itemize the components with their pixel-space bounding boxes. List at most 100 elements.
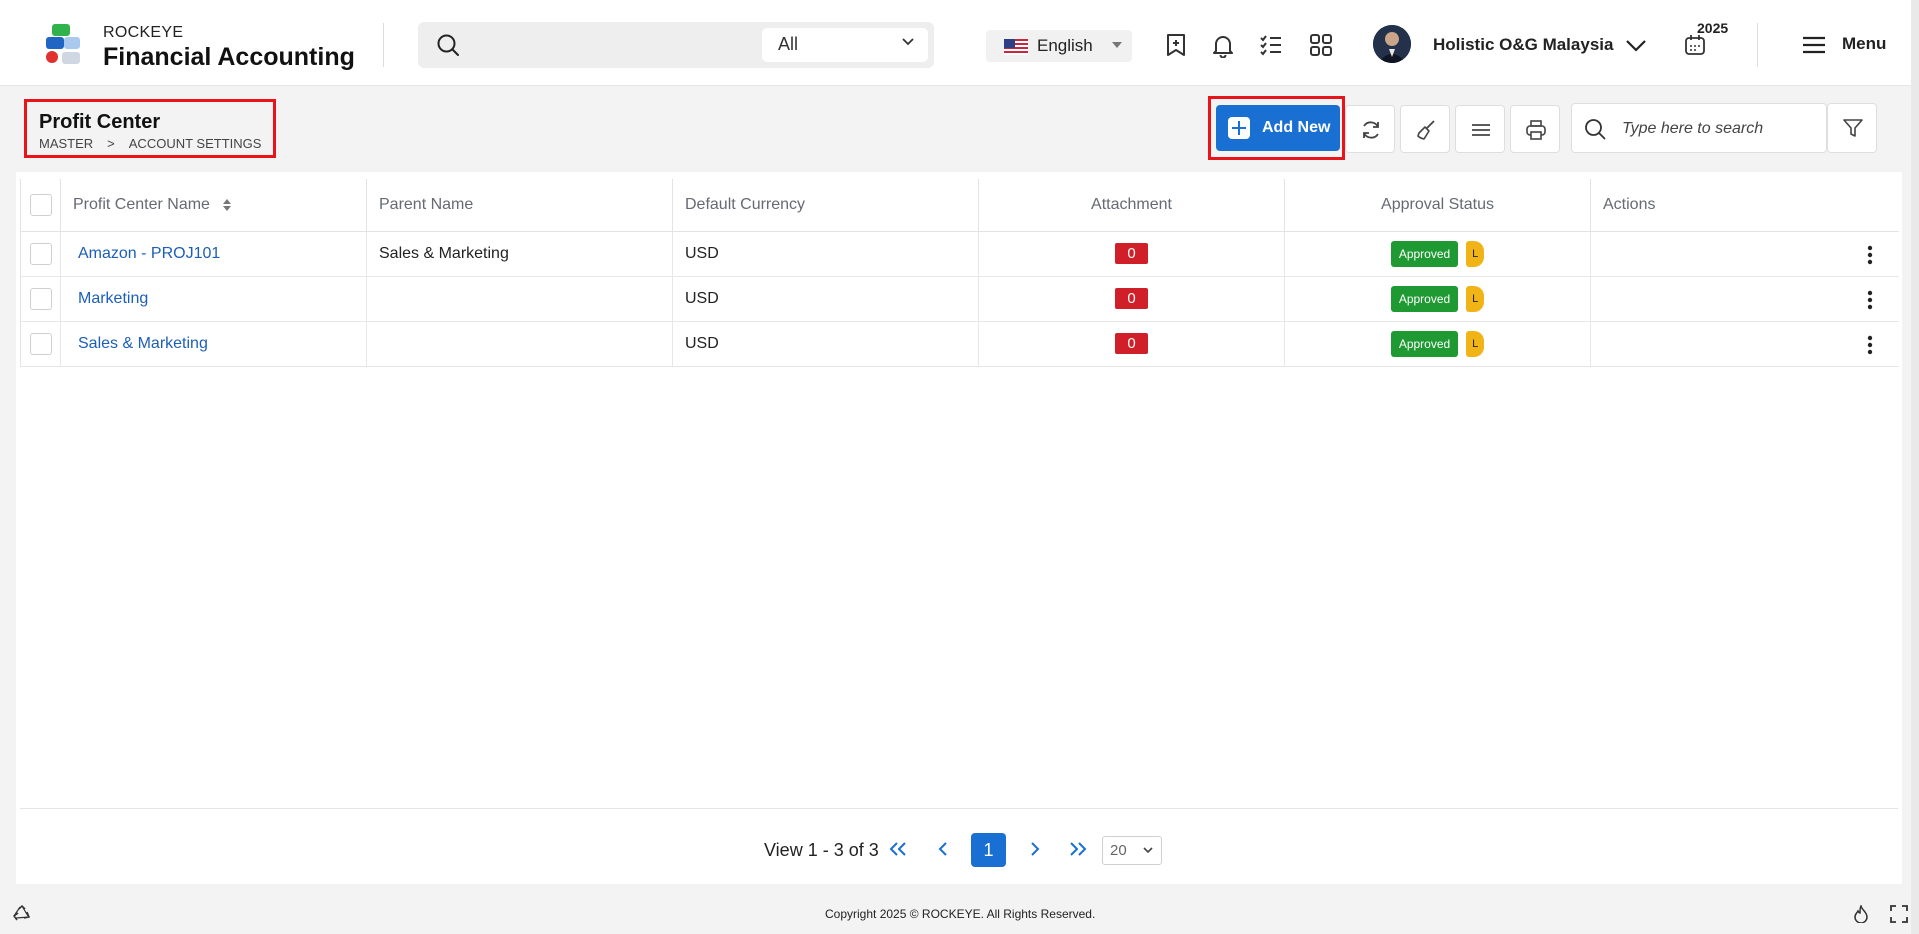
- profit-center-name-cell: Sales & Marketing: [60, 321, 367, 367]
- attachment-count-badge[interactable]: 0: [1115, 243, 1148, 264]
- list-lines-icon: [1472, 124, 1490, 136]
- row-select-cell: [20, 321, 61, 367]
- attachment-count-badge[interactable]: 0: [1115, 288, 1148, 309]
- table-search: [1571, 103, 1827, 153]
- profit-center-table: Profit Center Name Parent Name Default C…: [20, 179, 1899, 367]
- attachment-cell: 0: [978, 231, 1285, 277]
- last-page-button[interactable]: [1060, 833, 1096, 867]
- level-badge[interactable]: L: [1466, 240, 1485, 267]
- flame-icon[interactable]: [1853, 905, 1869, 923]
- brand-company: ROCKEYE: [103, 24, 184, 41]
- next-page-button[interactable]: [1016, 833, 1052, 867]
- first-page-button[interactable]: [880, 833, 916, 867]
- user-avatar[interactable]: [1373, 25, 1411, 63]
- bell-icon[interactable]: [1210, 32, 1236, 58]
- search-icon: [437, 34, 459, 56]
- actions-cell: [1590, 276, 1899, 322]
- actions-cell: [1590, 321, 1899, 367]
- page-size-select[interactable]: 20: [1102, 836, 1162, 865]
- task-list-icon[interactable]: [1258, 32, 1284, 58]
- row-checkbox[interactable]: [29, 242, 52, 265]
- rockeye-logo-icon: [46, 24, 80, 64]
- print-button[interactable]: [1510, 105, 1560, 153]
- attachment-cell: 0: [978, 321, 1285, 367]
- chevron-down-icon: [902, 38, 914, 46]
- breadcrumb: MASTER > ACCOUNT SETTINGS: [39, 136, 275, 151]
- row-checkbox[interactable]: [29, 332, 52, 355]
- copyright-text: Copyright 2025 © ROCKEYE. All Rights Res…: [825, 907, 1096, 921]
- previous-page-button[interactable]: [926, 833, 962, 867]
- breadcrumb-item-master[interactable]: MASTER: [39, 136, 93, 151]
- language-label: English: [1037, 36, 1093, 55]
- table-row: Sales & Marketing USD 0 Approved L: [20, 321, 1899, 367]
- page-header-highlight: Profit Center MASTER > ACCOUNT SETTINGS: [24, 99, 276, 158]
- page-footer: Copyright 2025 © ROCKEYE. All Rights Res…: [0, 898, 1919, 930]
- table-row: Amazon - PROJ101 Sales & Marketing USD 0…: [20, 231, 1899, 277]
- add-new-button[interactable]: Add New: [1216, 105, 1340, 151]
- breadcrumb-item-account-settings[interactable]: ACCOUNT SETTINGS: [129, 136, 262, 151]
- approval-status-cell: Approved L: [1284, 276, 1591, 322]
- chevron-down-icon[interactable]: [1625, 34, 1647, 56]
- search-scope-value: All: [778, 34, 799, 54]
- profit-center-link[interactable]: Sales & Marketing: [78, 335, 208, 352]
- status-badge: Approved: [1390, 240, 1459, 267]
- column-header-currency[interactable]: Default Currency: [672, 179, 979, 232]
- kebab-menu-icon[interactable]: [1867, 290, 1873, 310]
- recycle-icon[interactable]: [13, 905, 31, 923]
- column-header-attachment[interactable]: Attachment: [978, 179, 1285, 232]
- page-button-current[interactable]: 1: [971, 833, 1006, 867]
- search-scope-select[interactable]: All: [762, 28, 928, 62]
- double-chevron-left-icon: [889, 842, 906, 856]
- parent-name-cell: Sales & Marketing: [366, 231, 673, 277]
- menu-label: Menu: [1842, 34, 1887, 53]
- add-new-label: Add New: [1262, 119, 1331, 136]
- table-card: Profit Center Name Parent Name Default C…: [16, 172, 1902, 884]
- apps-grid-icon[interactable]: [1308, 32, 1334, 58]
- company-name[interactable]: Holistic O&G Malaysia: [1433, 35, 1613, 55]
- row-checkbox[interactable]: [29, 287, 52, 310]
- user-avatar-image: [1373, 25, 1411, 63]
- attachment-count-badge[interactable]: 0: [1115, 333, 1148, 354]
- currency-cell: USD: [672, 276, 979, 322]
- table-search-input[interactable]: [1622, 116, 1817, 142]
- profit-center-link[interactable]: Amazon - PROJ101: [78, 245, 220, 262]
- refresh-button[interactable]: [1345, 105, 1395, 153]
- kebab-menu-icon[interactable]: [1867, 335, 1873, 355]
- hamburger-icon: [1803, 36, 1825, 54]
- column-header-name[interactable]: Profit Center Name: [60, 179, 367, 232]
- global-search-input[interactable]: [474, 30, 774, 60]
- double-chevron-right-icon: [1070, 842, 1087, 856]
- filter-button[interactable]: [1827, 103, 1877, 153]
- select-all-checkbox[interactable]: [29, 193, 52, 216]
- level-badge[interactable]: L: [1466, 330, 1485, 357]
- divider: [383, 23, 384, 67]
- us-flag-icon: [1004, 39, 1028, 55]
- bookmark-add-icon[interactable]: [1163, 32, 1189, 58]
- refresh-icon: [1363, 121, 1379, 139]
- fullscreen-icon[interactable]: [1890, 905, 1908, 923]
- clear-button[interactable]: [1400, 105, 1450, 153]
- row-select-cell: [20, 276, 61, 322]
- printer-icon: [1526, 120, 1546, 140]
- profit-center-name-cell: Amazon - PROJ101: [60, 231, 367, 277]
- profit-center-link[interactable]: Marketing: [78, 290, 148, 307]
- chevron-left-icon: [938, 842, 947, 856]
- plus-icon: [1228, 117, 1250, 139]
- column-header-approval-status[interactable]: Approval Status: [1284, 179, 1591, 232]
- column-header-parent[interactable]: Parent Name: [366, 179, 673, 232]
- chevron-right-icon: [1031, 842, 1040, 856]
- window-frame-edge: [1911, 0, 1919, 934]
- level-badge[interactable]: L: [1466, 285, 1485, 312]
- sort-icon: [223, 198, 232, 211]
- column-header-name-label: Profit Center Name: [73, 195, 210, 213]
- approval-status-cell: Approved L: [1284, 321, 1591, 367]
- currency-cell: USD: [672, 321, 979, 367]
- attachment-cell: 0: [978, 276, 1285, 322]
- columns-button[interactable]: [1455, 105, 1505, 153]
- kebab-menu-icon[interactable]: [1867, 245, 1873, 265]
- parent-name-cell: [366, 276, 673, 322]
- language-select[interactable]: English: [986, 30, 1132, 62]
- calendar-icon[interactable]: [1683, 34, 1707, 56]
- currency-cell: USD: [672, 231, 979, 277]
- page-size-value: 20: [1110, 842, 1127, 859]
